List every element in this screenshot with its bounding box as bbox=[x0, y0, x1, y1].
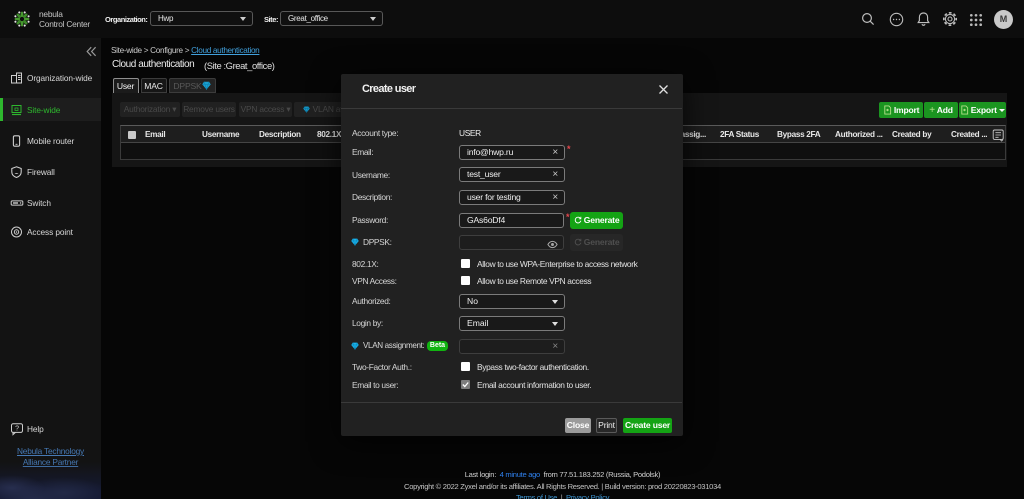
svg-text:?: ? bbox=[15, 426, 19, 433]
